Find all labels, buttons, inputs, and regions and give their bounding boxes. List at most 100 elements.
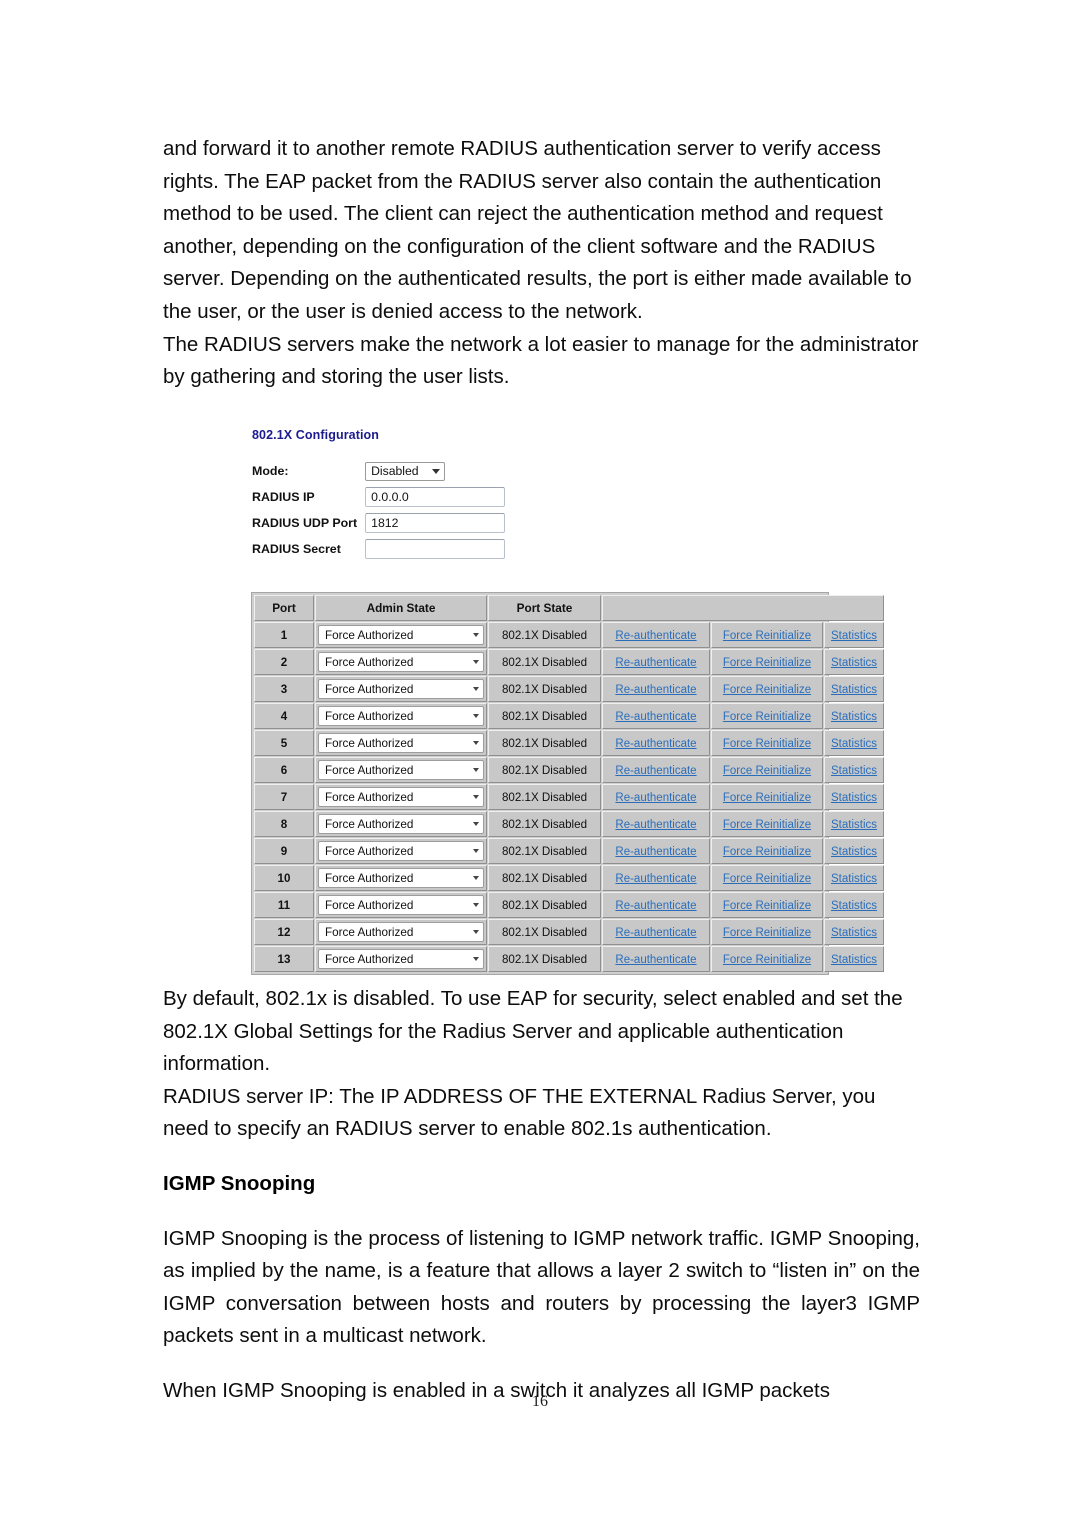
force-reinitialize-link[interactable]: Force Reinitialize [723, 711, 811, 723]
admin-state-select-value: Force Authorized [325, 682, 414, 696]
admin-state-select[interactable]: Force Authorized [318, 814, 484, 834]
reauthenticate-link[interactable]: Re-authenticate [615, 684, 696, 696]
force-reinitialize-link[interactable]: Force Reinitialize [723, 738, 811, 750]
reauthenticate-link[interactable]: Re-authenticate [615, 630, 696, 642]
force-reinitialize-link[interactable]: Force Reinitialize [723, 819, 811, 831]
reauthenticate-link[interactable]: Re-authenticate [615, 900, 696, 912]
cell-port-state: 802.1X Disabled [488, 649, 601, 675]
paragraph: The RADIUS servers make the network a lo… [163, 332, 919, 389]
port-table-body: 1 Force Authorized 802.1X Disabled Re-authe… [254, 622, 885, 972]
force-reinitialize-link[interactable]: Force Reinitialize [723, 873, 811, 885]
admin-state-select[interactable]: Force Authorized [318, 922, 484, 942]
force-reinitialize-link[interactable]: Force Reinitialize [723, 792, 811, 804]
cell-reauthenticate-link: Re-authenticate [602, 784, 710, 810]
admin-state-select-value: Force Authorized [325, 709, 414, 723]
admin-state-select-value: Force Authorized [325, 925, 414, 939]
paragraph: and forward it to another remote RADIUS … [163, 137, 912, 323]
statistics-link[interactable]: Statistics [831, 657, 877, 669]
force-reinitialize-link[interactable]: Force Reinitialize [723, 684, 811, 696]
reauthenticate-link[interactable]: Re-authenticate [615, 711, 696, 723]
col-header-actions [602, 595, 885, 621]
reauthenticate-link[interactable]: Re-authenticate [615, 927, 696, 939]
cell-force-reinitialize-link: Force Reinitialize [711, 649, 823, 675]
cell-statistics-link: Statistics [824, 676, 885, 702]
reauthenticate-link[interactable]: Re-authenticate [615, 954, 696, 966]
chevron-down-icon [473, 714, 479, 718]
col-header-port-state: Port State [488, 595, 601, 621]
reauthenticate-link[interactable]: Re-authenticate [615, 846, 696, 858]
body-text-top: and forward it to another remote RADIUS … [163, 133, 920, 394]
cell-port-state: 802.1X Disabled [488, 784, 601, 810]
statistics-link[interactable]: Statistics [831, 630, 877, 642]
statistics-link[interactable]: Statistics [831, 954, 877, 966]
cell-force-reinitialize-link: Force Reinitialize [711, 946, 823, 972]
admin-state-select[interactable]: Force Authorized [318, 625, 484, 645]
admin-state-select[interactable]: Force Authorized [318, 787, 484, 807]
radius-udp-port-input[interactable] [365, 513, 506, 533]
statistics-link[interactable]: Statistics [831, 792, 877, 804]
admin-state-select-value: Force Authorized [325, 817, 414, 831]
reauthenticate-link[interactable]: Re-authenticate [615, 738, 696, 750]
force-reinitialize-link[interactable]: Force Reinitialize [723, 846, 811, 858]
figure-title: 802.1X Configuration [252, 428, 380, 442]
force-reinitialize-link[interactable]: Force Reinitialize [723, 927, 811, 939]
admin-state-select[interactable]: Force Authorized [318, 841, 484, 861]
reauthenticate-link[interactable]: Re-authenticate [615, 792, 696, 804]
cell-reauthenticate-link: Re-authenticate [602, 919, 710, 945]
radius-secret-label: RADIUS Secret [252, 542, 341, 556]
cell-reauthenticate-link: Re-authenticate [602, 838, 710, 864]
cell-port: 8 [254, 811, 314, 837]
force-reinitialize-link[interactable]: Force Reinitialize [723, 765, 811, 777]
reauthenticate-link[interactable]: Re-authenticate [615, 657, 696, 669]
force-reinitialize-link[interactable]: Force Reinitialize [723, 657, 811, 669]
radius-secret-input[interactable] [365, 539, 506, 559]
chevron-down-icon [473, 687, 479, 691]
statistics-link[interactable]: Statistics [831, 819, 877, 831]
statistics-link[interactable]: Statistics [831, 684, 877, 696]
cell-statistics-link: Statistics [824, 892, 885, 918]
reauthenticate-link[interactable]: Re-authenticate [615, 819, 696, 831]
admin-state-select[interactable]: Force Authorized [318, 895, 484, 915]
reauthenticate-link[interactable]: Re-authenticate [615, 765, 696, 777]
force-reinitialize-link[interactable]: Force Reinitialize [723, 630, 811, 642]
cell-reauthenticate-link: Re-authenticate [602, 622, 710, 648]
paragraph: RADIUS server IP: The IP ADDRESS OF THE … [163, 1084, 876, 1141]
admin-state-select[interactable]: Force Authorized [318, 760, 484, 780]
port-table-container: Port Admin State Port State 1 Force Autho… [251, 592, 885, 975]
cell-statistics-link: Statistics [824, 946, 885, 972]
admin-state-select[interactable]: Force Authorized [318, 679, 484, 699]
statistics-link[interactable]: Statistics [831, 738, 877, 750]
cell-statistics-link: Statistics [824, 919, 885, 945]
admin-state-select[interactable]: Force Authorized [318, 652, 484, 672]
page-number: 16 [532, 1393, 548, 1410]
cell-force-reinitialize-link: Force Reinitialize [711, 865, 823, 891]
admin-state-select-value: Force Authorized [325, 736, 414, 750]
cell-reauthenticate-link: Re-authenticate [602, 946, 710, 972]
radius-ip-input[interactable] [365, 487, 506, 507]
cell-statistics-link: Statistics [824, 730, 885, 756]
cell-admin-state: Force Authorized [315, 649, 487, 675]
admin-state-select[interactable]: Force Authorized [318, 733, 484, 753]
admin-state-select[interactable]: Force Authorized [318, 868, 484, 888]
admin-state-select[interactable]: Force Authorized [318, 706, 484, 726]
statistics-link[interactable]: Statistics [831, 711, 877, 723]
cell-force-reinitialize-link: Force Reinitialize [711, 730, 823, 756]
cell-admin-state: Force Authorized [315, 865, 487, 891]
statistics-link[interactable]: Statistics [831, 873, 877, 885]
statistics-link[interactable]: Statistics [831, 927, 877, 939]
cell-port: 2 [254, 649, 314, 675]
cell-force-reinitialize-link: Force Reinitialize [711, 919, 823, 945]
statistics-link[interactable]: Statistics [831, 900, 877, 912]
cell-reauthenticate-link: Re-authenticate [602, 892, 710, 918]
statistics-link[interactable]: Statistics [831, 846, 877, 858]
cell-admin-state: Force Authorized [315, 838, 487, 864]
chevron-down-icon [432, 468, 441, 474]
statistics-link[interactable]: Statistics [831, 765, 877, 777]
reauthenticate-link[interactable]: Re-authenticate [615, 873, 696, 885]
admin-state-select[interactable]: Force Authorized [318, 949, 484, 969]
force-reinitialize-link[interactable]: Force Reinitialize [723, 900, 811, 912]
force-reinitialize-link[interactable]: Force Reinitialize [723, 954, 811, 966]
mode-label: Mode: [252, 464, 289, 478]
mode-select[interactable]: Disabled [365, 461, 446, 481]
cell-admin-state: Force Authorized [315, 622, 487, 648]
